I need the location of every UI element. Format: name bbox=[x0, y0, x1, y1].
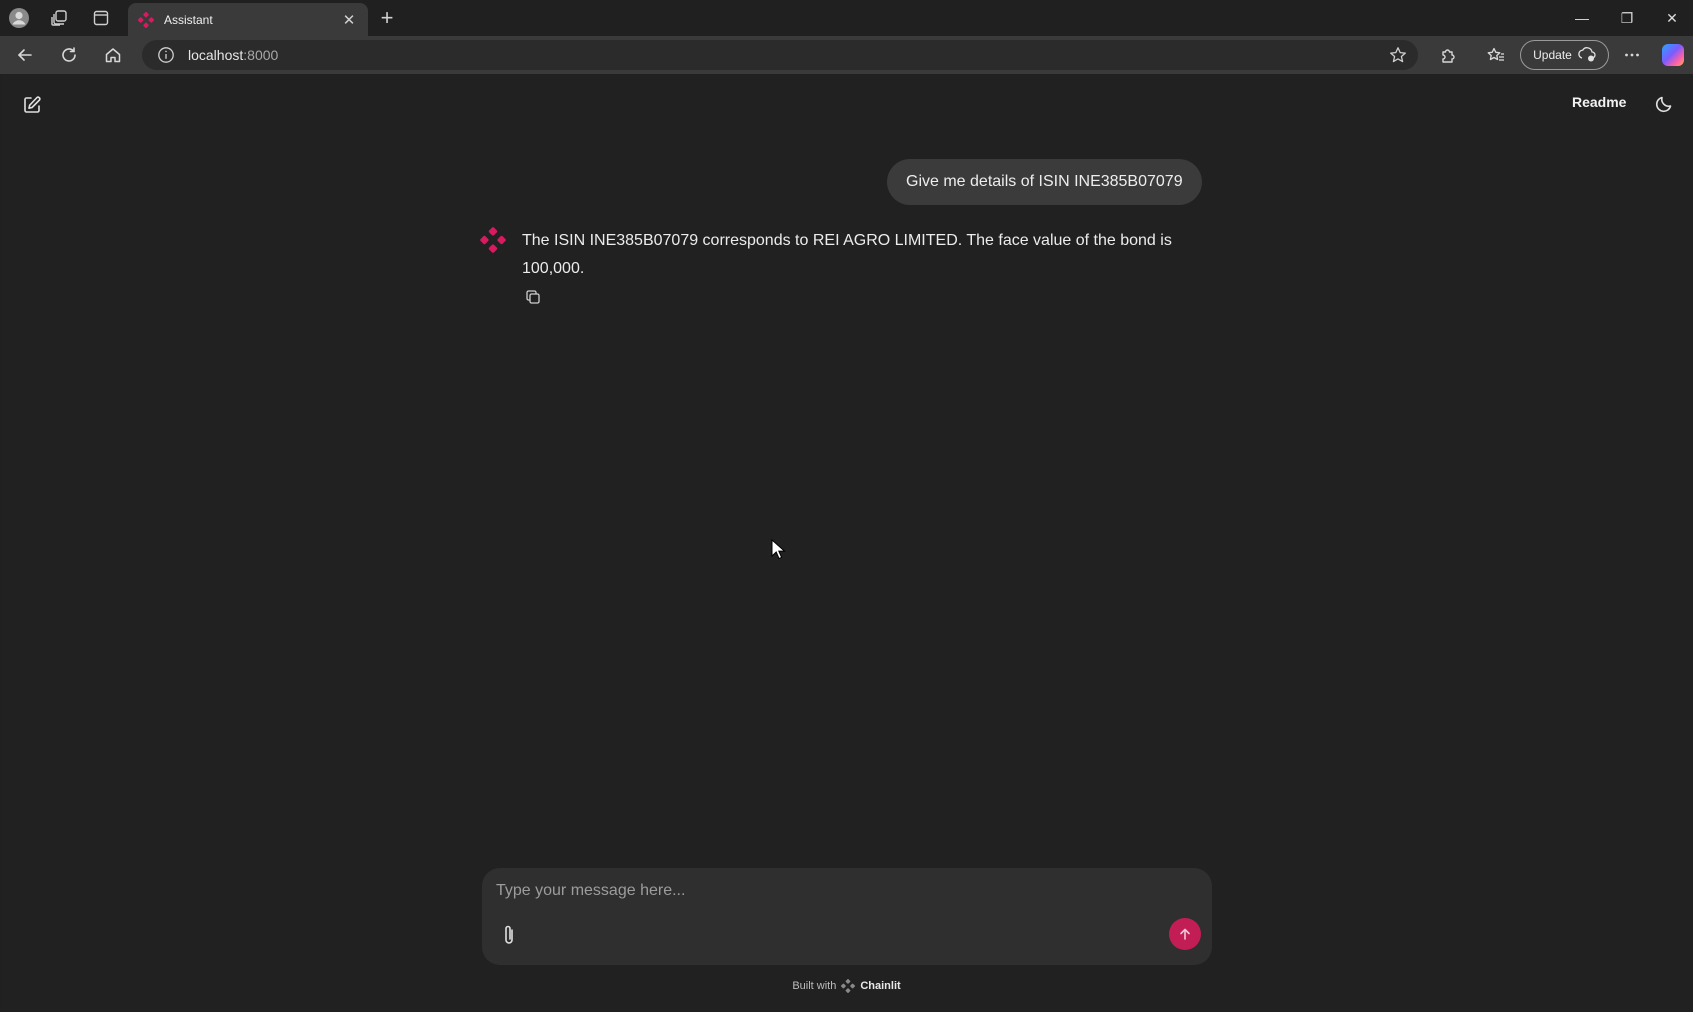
tab-strip: Assistant ✕ + — ❐ ✕ bbox=[0, 0, 1693, 36]
url-text: localhost:8000 bbox=[188, 47, 278, 63]
tab-actions-icon[interactable] bbox=[86, 4, 116, 32]
url-port: :8000 bbox=[243, 47, 279, 63]
readme-link[interactable]: Readme bbox=[1572, 94, 1626, 110]
more-icon[interactable] bbox=[1617, 41, 1647, 69]
refresh-icon[interactable] bbox=[54, 41, 84, 69]
send-button[interactable] bbox=[1169, 918, 1201, 950]
new-tab-button[interactable]: + bbox=[372, 4, 402, 32]
update-button[interactable]: Update bbox=[1520, 40, 1609, 70]
edit-icon[interactable] bbox=[20, 93, 44, 117]
update-label: Update bbox=[1533, 48, 1572, 62]
chainlit-logo-icon bbox=[138, 11, 154, 28]
tab-assistant[interactable]: Assistant ✕ bbox=[128, 3, 368, 36]
arrow-up-icon bbox=[1180, 928, 1190, 940]
home-icon[interactable] bbox=[98, 41, 128, 69]
paperclip-icon[interactable] bbox=[498, 923, 520, 947]
message-composer bbox=[482, 868, 1212, 965]
extensions-icon[interactable] bbox=[1433, 41, 1463, 69]
moon-icon[interactable] bbox=[1652, 92, 1676, 116]
info-icon[interactable] bbox=[156, 45, 176, 65]
app-header: Readme bbox=[2, 75, 1691, 131]
copy-icon[interactable] bbox=[523, 287, 543, 307]
tab-close-icon[interactable]: ✕ bbox=[340, 11, 358, 29]
built-with-text: Built with bbox=[792, 980, 837, 992]
assistant-message-text: The ISIN INE385B07079 corresponds to REI… bbox=[522, 232, 1172, 277]
browser-toolbar: localhost:8000 Update bbox=[0, 36, 1693, 74]
url-host: localhost bbox=[188, 47, 244, 63]
favorites-icon[interactable] bbox=[1481, 41, 1511, 69]
profile-icon[interactable] bbox=[4, 4, 34, 32]
message-input[interactable] bbox=[496, 878, 1146, 904]
chat-app: Readme Give me details of ISIN INE385B07… bbox=[2, 75, 1691, 1010]
tab-title: Assistant bbox=[164, 12, 213, 27]
footer: Built with Chainlit bbox=[2, 977, 1691, 995]
browser-window: Assistant ✕ + — ❐ ✕ localhost:8000 Updat… bbox=[0, 0, 1693, 1012]
chainlit-brand-link[interactable]: Chainlit bbox=[860, 980, 900, 992]
assistant-avatar bbox=[480, 227, 506, 253]
star-icon[interactable] bbox=[1388, 45, 1408, 65]
restore-button[interactable]: ❐ bbox=[1607, 4, 1647, 32]
user-message: Give me details of ISIN INE385B07079 bbox=[887, 159, 1202, 205]
mouse-cursor-icon bbox=[771, 539, 786, 560]
copilot-icon[interactable] bbox=[1662, 44, 1684, 66]
close-window-button[interactable]: ✕ bbox=[1652, 4, 1692, 32]
back-arrow-icon[interactable] bbox=[10, 41, 40, 69]
address-bar[interactable]: localhost:8000 bbox=[142, 40, 1418, 70]
minimize-button[interactable]: — bbox=[1562, 4, 1602, 32]
update-status-icon bbox=[1578, 47, 1596, 62]
workspaces-icon[interactable] bbox=[44, 4, 74, 32]
chainlit-footer-logo-icon bbox=[841, 979, 856, 993]
